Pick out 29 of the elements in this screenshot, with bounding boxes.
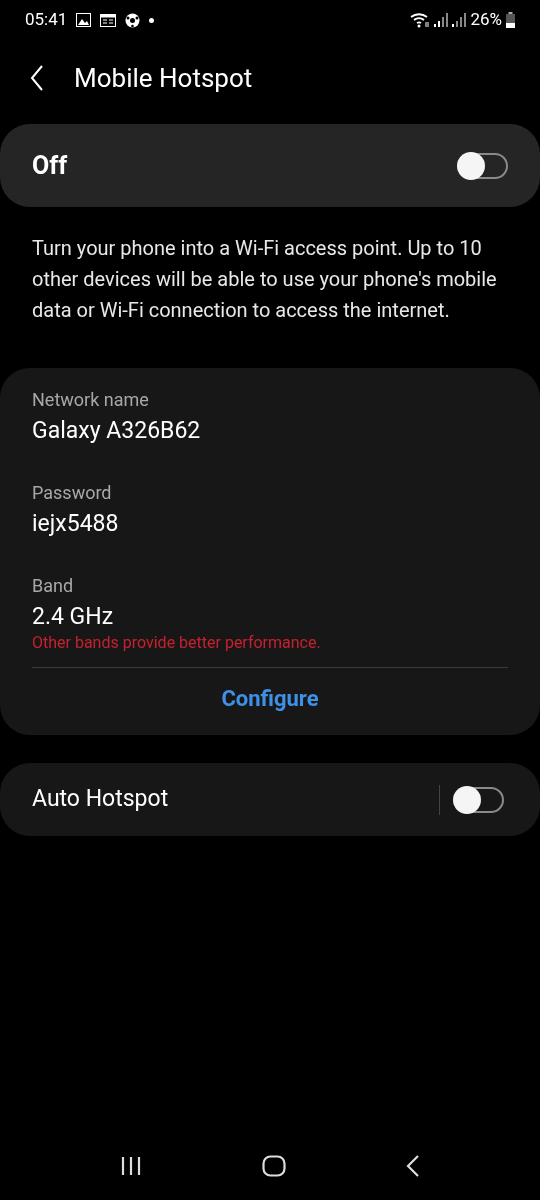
setting-value: iejx5488: [32, 509, 120, 539]
battery-percentage: 26%: [470, 8, 502, 32]
setting-value: 2.4 GHz: [32, 602, 115, 632]
calendar-icon: [100, 13, 117, 27]
recent-apps-icon[interactable]: [120, 1156, 142, 1176]
master-switch-row[interactable]: Off: [0, 124, 540, 207]
back-icon[interactable]: [406, 1155, 420, 1177]
home-icon[interactable]: [262, 1155, 286, 1177]
setting-value: Galaxy A326B62: [32, 416, 202, 446]
warning-text: Other bands provide better performance.: [32, 633, 322, 653]
status-time: 05:41: [25, 8, 68, 32]
signal-icon: [434, 13, 449, 27]
ball-icon: [125, 12, 141, 28]
toggle-switch[interactable]: [454, 786, 504, 813]
image-icon: [76, 13, 92, 27]
wifi-icon: [410, 12, 431, 28]
configure-button[interactable]: Configure: [213, 682, 327, 715]
toggle-switch[interactable]: [458, 152, 508, 179]
battery-icon: [506, 12, 515, 28]
setting-label: Network name: [32, 388, 150, 412]
setting-label: Password: [32, 481, 113, 505]
signal-icon: [452, 13, 467, 27]
switch-label: Off: [32, 149, 68, 182]
page-title: Mobile Hotspot: [74, 61, 253, 95]
auto-hotspot-row[interactable]: Auto Hotspot: [0, 763, 540, 836]
description-text: Turn your phone into a Wi-Fi access point. Up to 10 other devices will be able to use your phone's mobile data or Wi-Fi connection to access the internet.: [31, 235, 498, 324]
setting-label: Band: [32, 574, 75, 598]
setting-label: Auto Hotspot: [32, 784, 169, 815]
notification-dot-icon: [149, 17, 155, 23]
